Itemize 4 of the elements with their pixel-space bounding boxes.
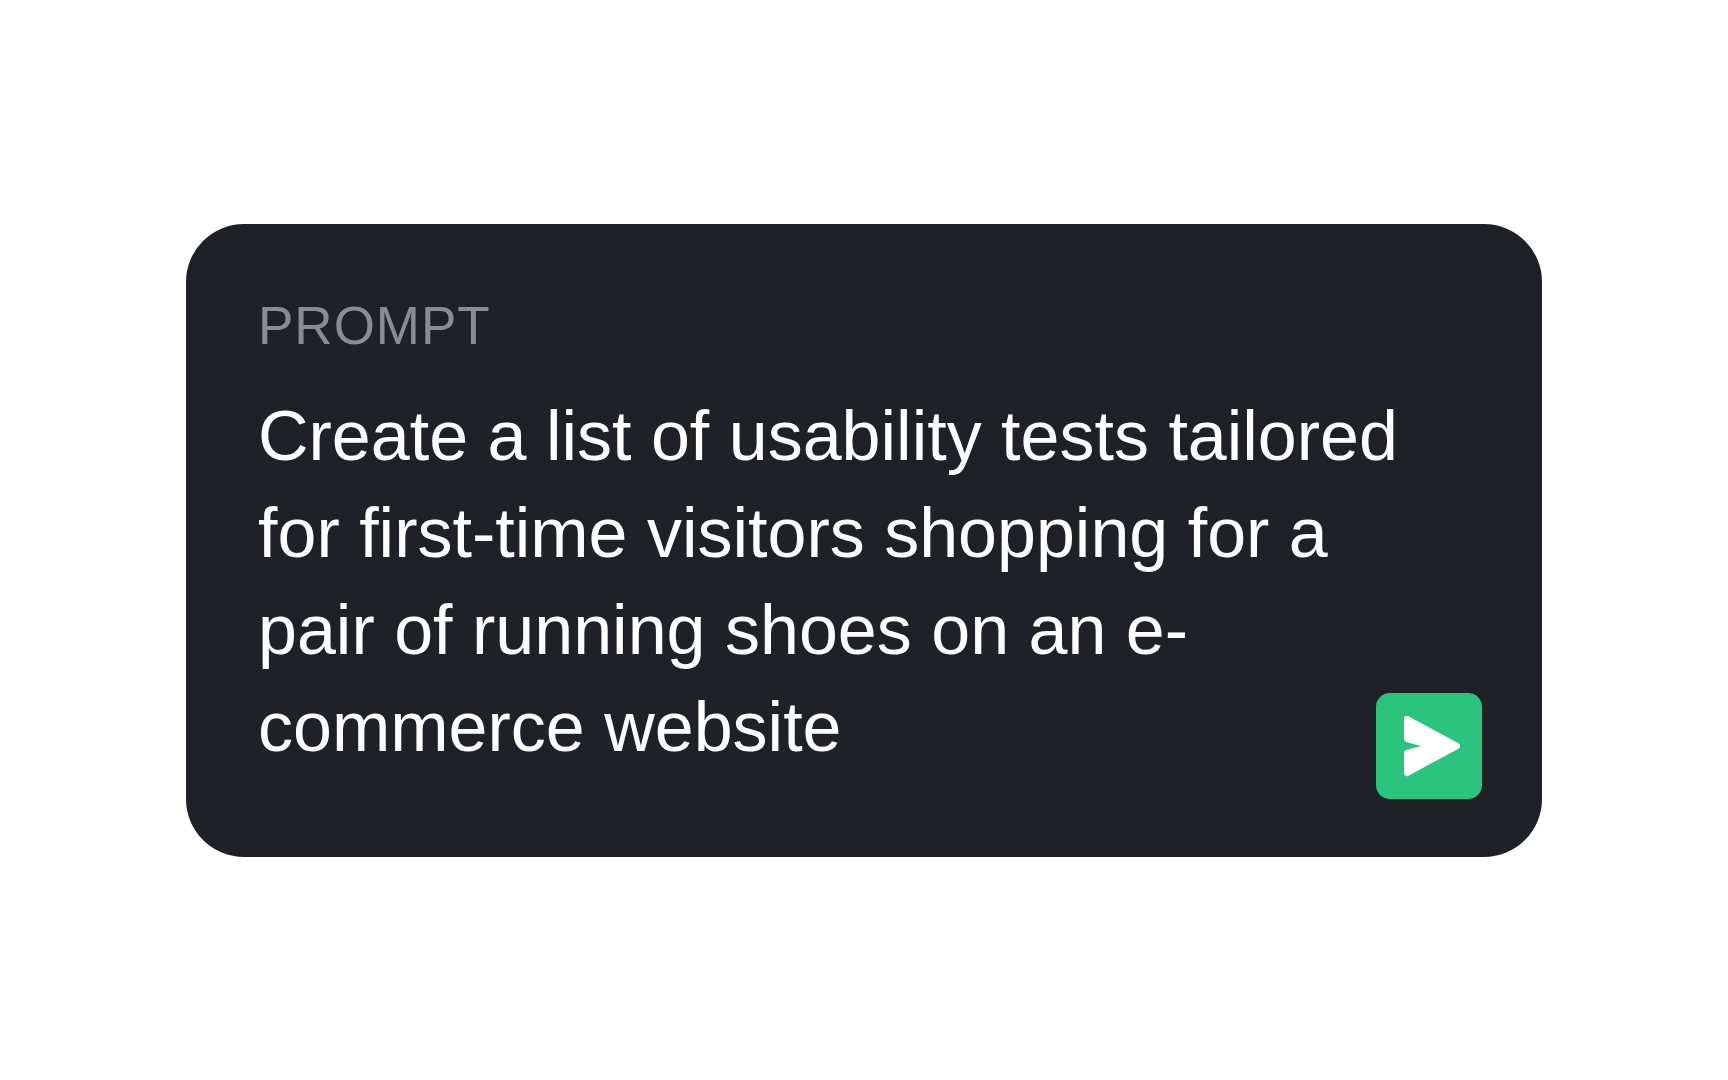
prompt-label: PROMPT [258, 298, 491, 352]
send-button[interactable] [1376, 692, 1482, 799]
prompt-text: Create a list of usability tests tailored for first-time visitors shopping for a pair of running shoes on an e-commerce website [258, 395, 1399, 768]
send-icon [1403, 714, 1461, 777]
